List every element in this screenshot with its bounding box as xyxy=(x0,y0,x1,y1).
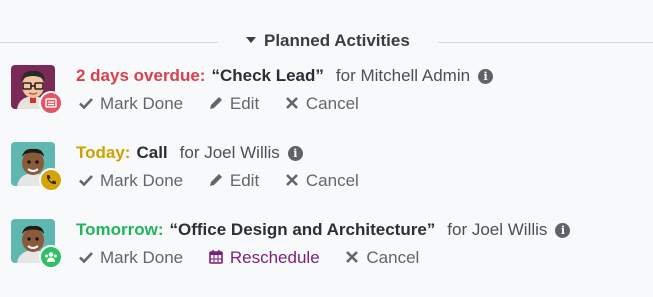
activity-item: 2 days overdue: “Check Lead” for Mitchell … xyxy=(0,65,653,125)
close-icon xyxy=(346,251,359,263)
pencil-icon xyxy=(209,97,222,109)
activity-type-badge xyxy=(39,168,63,192)
activity-type-badge xyxy=(39,245,63,269)
caret-down-icon xyxy=(246,37,256,43)
activity-item: Today: Call for Joel Willis i Mark Done Edi… xyxy=(0,142,653,202)
info-icon[interactable]: i xyxy=(478,69,494,84)
check-icon xyxy=(79,98,93,110)
cancel-button[interactable]: Cancel xyxy=(344,247,419,269)
info-icon[interactable]: i xyxy=(287,146,303,161)
email-icon xyxy=(45,98,57,108)
users-icon xyxy=(45,252,57,262)
cancel-label: Cancel xyxy=(305,171,359,190)
info-icon[interactable]: i xyxy=(555,223,571,238)
pencil-icon xyxy=(209,174,222,186)
close-icon xyxy=(285,174,298,186)
cancel-label: Cancel xyxy=(305,94,359,113)
reschedule-label: Reschedule xyxy=(229,248,320,267)
activity-actions: Mark Done Edit Cancel xyxy=(78,170,379,192)
check-icon xyxy=(79,175,93,187)
avatar xyxy=(11,65,63,115)
activity-due: 2 days overdue: xyxy=(76,66,206,85)
planned-activities-header[interactable]: Planned Activities xyxy=(0,28,653,58)
edit-label: Edit xyxy=(229,94,260,113)
avatar xyxy=(11,142,63,192)
activity-summary: Call xyxy=(136,143,168,162)
planned-activities-toggle[interactable]: Planned Activities xyxy=(246,31,410,51)
close-icon xyxy=(285,97,298,109)
calendar-icon xyxy=(209,250,223,264)
mark-done-button[interactable]: Mark Done xyxy=(78,93,183,115)
reschedule-button[interactable]: Reschedule xyxy=(208,247,320,269)
edit-label: Edit xyxy=(229,171,260,190)
mark-done-button[interactable]: Mark Done xyxy=(78,247,183,269)
cancel-button[interactable]: Cancel xyxy=(284,93,359,115)
activity-summary: “Office Design and Architecture” xyxy=(169,220,436,239)
activity-assignee: for Joel Willis xyxy=(447,220,548,239)
mark-done-label: Mark Done xyxy=(100,248,184,267)
activity-assignee: for Mitchell Admin xyxy=(335,66,471,85)
check-icon xyxy=(79,252,93,264)
activity-summary-line: 2 days overdue: “Check Lead” for Mitchell … xyxy=(76,65,494,87)
edit-button[interactable]: Edit xyxy=(208,170,259,192)
phone-icon xyxy=(47,175,56,185)
activity-type-badge xyxy=(39,91,63,115)
activity-actions: Mark Done Reschedule Cancel xyxy=(78,247,439,269)
activity-item: Tomorrow: “Office Design and Architecture… xyxy=(0,219,653,279)
activity-due: Today: xyxy=(76,143,131,162)
activity-actions: Mark Done Edit Cancel xyxy=(78,93,379,115)
activity-assignee: for Joel Willis xyxy=(179,143,280,162)
mark-done-label: Mark Done xyxy=(100,94,184,113)
edit-button[interactable]: Edit xyxy=(208,93,259,115)
divider-left xyxy=(0,42,218,43)
cancel-label: Cancel xyxy=(366,248,420,267)
activity-summary-line: Tomorrow: “Office Design and Architecture… xyxy=(76,219,571,241)
activity-due: Tomorrow: xyxy=(76,220,164,239)
mark-done-label: Mark Done xyxy=(100,171,184,190)
avatar xyxy=(11,219,63,269)
mark-done-button[interactable]: Mark Done xyxy=(78,170,183,192)
divider-right xyxy=(438,42,653,43)
activity-summary-line: Today: Call for Joel Willis i xyxy=(76,142,303,164)
cancel-button[interactable]: Cancel xyxy=(284,170,359,192)
activity-summary: “Check Lead” xyxy=(211,66,324,85)
section-title: Planned Activities xyxy=(264,31,410,50)
